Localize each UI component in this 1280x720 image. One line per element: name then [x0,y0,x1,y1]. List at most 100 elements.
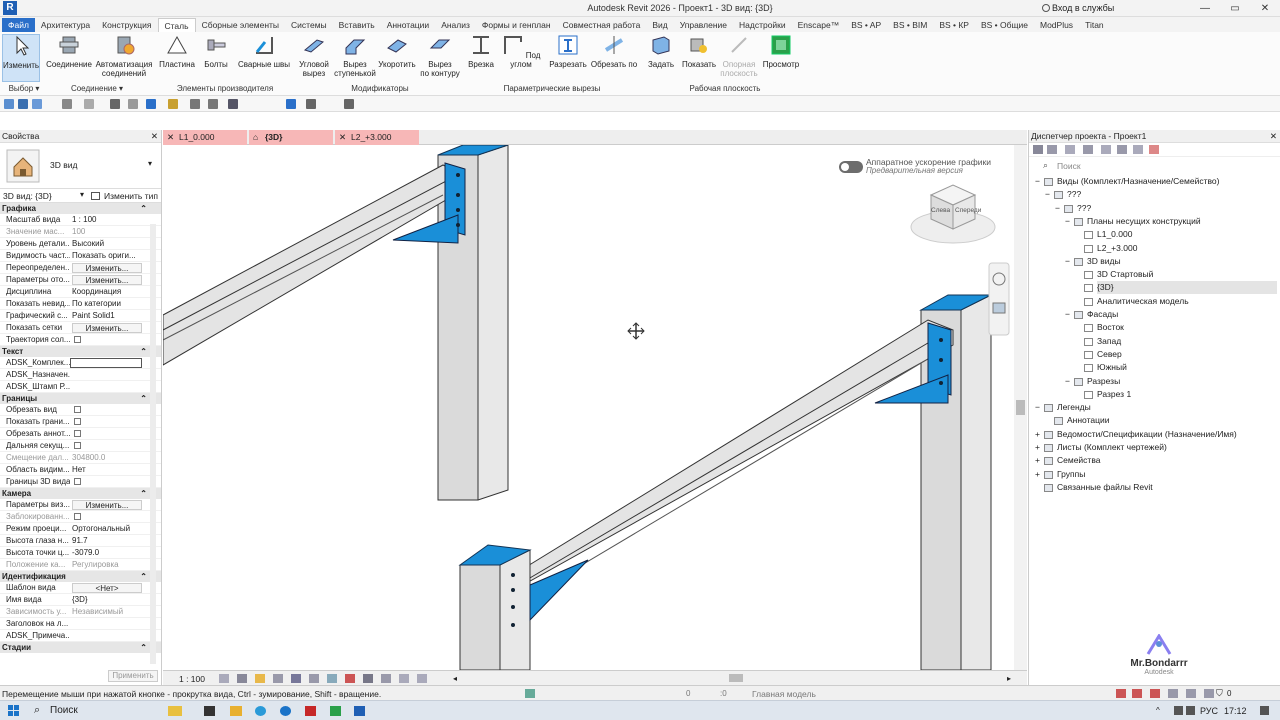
property-group-header[interactable]: Идентификация ⌃ [0,571,161,582]
tree-node-label[interactable]: 3D виды [1087,255,1121,268]
collapse-icon[interactable]: ⌃ [140,203,147,214]
property-edit-button[interactable]: Изменить... [72,263,142,273]
property-value[interactable] [70,369,142,380]
hscroll-right-icon[interactable]: ▸ [1007,674,1011,683]
property-value[interactable]: <Нет> [70,582,142,593]
tree-node-label[interactable]: Аналитическая модель [1097,295,1189,308]
text-tool-icon[interactable] [208,99,218,109]
tree-expander-icon[interactable]: − [1045,188,1050,201]
undo-icon[interactable] [62,99,72,109]
tree-node-label[interactable]: Южный [1097,361,1127,374]
detail-level-icon[interactable] [219,674,229,683]
ribbon-tab[interactable]: Конструкция [96,18,157,32]
property-value[interactable]: Независимый [70,606,142,617]
tree-node-label[interactable]: Фасады [1087,308,1118,321]
property-value[interactable] [70,404,142,415]
panel-select-label[interactable]: Выбор ▾ [4,84,44,93]
tree-expander-icon[interactable]: − [1065,255,1070,268]
ribbon-tab[interactable]: Формы и генплан [476,18,557,32]
ribbon-tab[interactable]: Анализ [435,18,476,32]
property-value[interactable] [70,630,142,641]
hscroll-thumb[interactable] [729,674,743,682]
tree-expander-icon[interactable]: + [1035,428,1040,441]
tree-node-label[interactable]: Листы (Комплект чертежей) [1057,441,1167,454]
view-tab-l2[interactable]: L2_+3.000 ✕ [335,130,419,145]
tree-node-label[interactable]: L2_+3.000 [1097,242,1137,255]
property-value[interactable] [70,476,142,487]
panel-connection-label[interactable]: Соединение ▾ [62,84,132,93]
minimize-button[interactable]: — [1190,0,1220,17]
property-value[interactable]: {3D} [70,594,142,605]
modify-button[interactable]: Изменить [2,34,40,82]
wifi-icon[interactable] [1174,706,1183,715]
sync-icon[interactable] [32,99,42,109]
property-checkbox[interactable] [74,430,81,437]
ribbon-tab[interactable]: Файл [2,17,35,32]
property-value[interactable]: Изменить... [70,322,142,333]
type-selector[interactable]: 3D вид ▾ [0,143,161,189]
tree-expander-icon[interactable]: − [1065,375,1070,388]
instance-dropdown-icon[interactable]: ▾ [80,190,84,199]
close-browser-icon[interactable]: ✕ [1270,130,1277,143]
show-workplane-button[interactable]: Показать [680,34,718,69]
collapse-icon[interactable]: ⌃ [140,488,147,499]
tree-node-label[interactable]: Ведомости/Спецификации (Назначение/Имя) [1057,428,1237,441]
tree-expander-icon[interactable]: + [1035,441,1040,454]
property-group-header[interactable]: Графика ⌃ [0,203,161,214]
shadows-icon[interactable] [273,674,283,683]
tree-expander-icon[interactable]: − [1035,175,1040,188]
search-input[interactable]: Поиск [1057,161,1081,171]
drag-elements-icon[interactable] [1186,689,1196,698]
volume-icon[interactable] [1186,706,1195,715]
contour-cut-button[interactable]: Вырез по контуру [418,34,462,78]
customize-qat-icon[interactable] [344,99,354,109]
property-value[interactable]: Высокий [70,238,142,249]
property-checkbox[interactable] [74,418,81,425]
save-icon[interactable] [18,99,28,109]
property-value[interactable]: Изменить... [70,262,142,273]
ribbon-tab[interactable]: Совместная работа [557,18,647,32]
tree-node-label[interactable]: Виды (Комплект/Назначение/Семейство) [1057,175,1219,188]
reveal-constraints-icon[interactable] [417,674,427,683]
property-value[interactable]: Координация [70,286,142,297]
property-value[interactable] [70,381,142,392]
property-checkbox[interactable] [74,442,81,449]
notifications-icon[interactable] [1260,706,1269,715]
tree-node-label[interactable]: Запад [1097,335,1121,348]
active-model[interactable]: Главная модель [752,689,816,699]
property-value[interactable]: Ортогональный [70,523,142,534]
properties-scrollbar[interactable] [150,224,156,664]
revit-logo-icon[interactable]: R [3,1,17,15]
property-value[interactable]: 304800.0 [70,452,142,463]
property-value[interactable] [70,428,142,439]
ribbon-tab[interactable]: Архитектура [35,18,96,32]
property-value[interactable] [70,334,142,345]
notch-button[interactable]: Врезка [466,34,496,69]
switch-windows-icon[interactable] [306,99,316,109]
browser-view-icon[interactable] [1047,145,1057,154]
property-edit-button[interactable]: Изменить... [72,500,142,510]
user-icon[interactable] [1042,4,1050,12]
sign-in-link[interactable]: Вход в службы [1052,3,1114,13]
filter-icon[interactable]: ⛉ [1216,688,1223,699]
tree-expander-icon[interactable]: − [1055,202,1060,215]
tree-node-label[interactable]: Аннотации [1067,414,1110,427]
crop-view-icon[interactable] [291,674,301,683]
property-value[interactable]: Показать ориги... [70,250,142,261]
lock-view-icon[interactable] [327,674,337,683]
close-button[interactable]: ✕ [1250,0,1280,17]
browser-search[interactable]: ⌕ Поиск [1029,157,1280,175]
property-value[interactable]: 1 : 100 [70,214,142,225]
welds-button[interactable]: Сварные швы [236,34,292,69]
tree-expander-icon[interactable]: − [1065,215,1070,228]
close-tab-icon[interactable]: ✕ [167,130,174,145]
property-value[interactable]: Нет [70,464,142,475]
ribbon-tab[interactable]: ModPlus [1034,18,1079,32]
clock[interactable]: 17:12 [1224,706,1247,716]
ribbon-tab[interactable]: Сталь [157,17,196,32]
angle-cut-button[interactable]: Под углом [500,34,542,69]
property-checkbox[interactable] [74,478,81,485]
tree-node-label[interactable]: L1_0.000 [1097,228,1132,241]
tree-node-label[interactable]: ??? [1077,202,1091,215]
tree-node-label[interactable]: Семейства [1057,454,1100,467]
